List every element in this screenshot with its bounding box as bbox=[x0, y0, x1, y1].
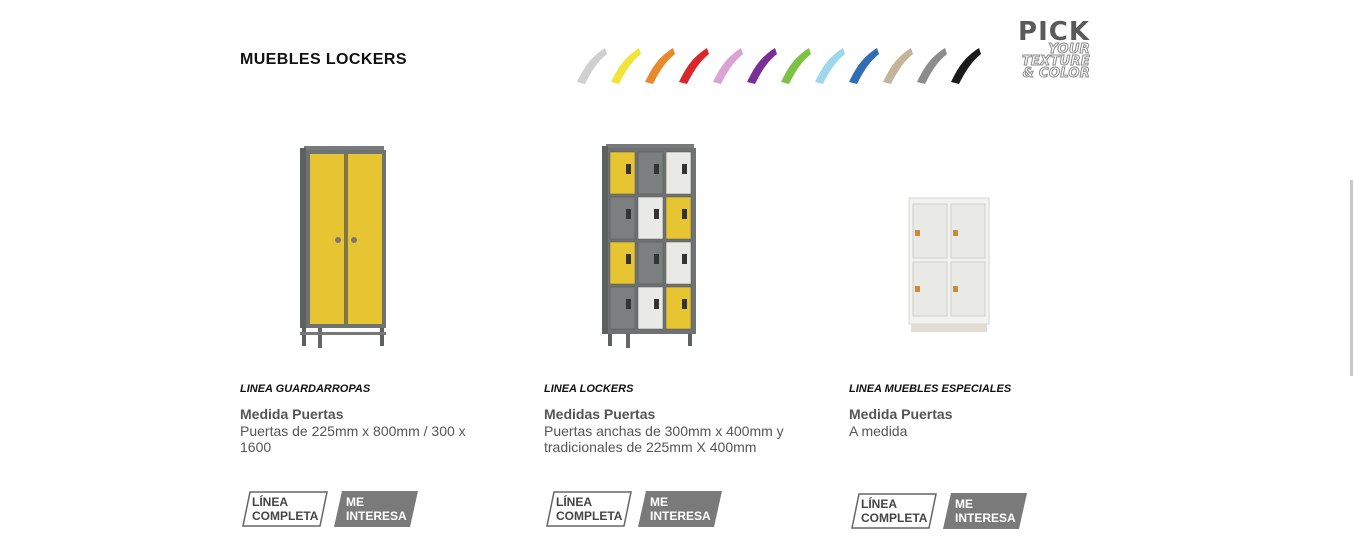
pick-texture-color-logo: PICK YOUR TEXTURE & COLOR bbox=[1000, 17, 1090, 81]
pick-logo-line4: & COLOR bbox=[1022, 66, 1090, 81]
product-card-guardarropas: LINEA GUARDARROPAS Medida Puertas Puerta… bbox=[240, 130, 530, 527]
linea-completa-label: LÍNEA COMPLETA bbox=[252, 495, 319, 523]
color-swatch bbox=[679, 48, 709, 84]
page-title: MUEBLES LOCKERS bbox=[240, 51, 407, 68]
color-swatch bbox=[849, 48, 879, 84]
spec-title: Medida Puertas bbox=[849, 406, 953, 422]
me-interesa-label: ME INTERESA bbox=[955, 497, 1016, 525]
pick-logo-line1: PICK bbox=[1018, 17, 1090, 47]
color-swatch bbox=[781, 48, 811, 84]
color-swatch bbox=[713, 48, 743, 84]
linea-completa-label: LÍNEA COMPLETA bbox=[556, 495, 623, 523]
product-line-name: LINEA MUEBLES ESPECIALES bbox=[849, 383, 1012, 395]
spec-text: Puertas de 225mm x 800mm / 300 x 1600 bbox=[240, 423, 466, 455]
scrollbar[interactable] bbox=[1350, 180, 1353, 376]
product-line-name: LINEA LOCKERS bbox=[544, 383, 634, 395]
spec-title: Medida Puertas bbox=[240, 406, 344, 422]
linea-completa-button[interactable]: LÍNEA COMPLETA bbox=[242, 491, 328, 527]
color-swatch bbox=[815, 48, 845, 84]
color-swatch bbox=[645, 48, 675, 84]
color-swatch bbox=[747, 48, 777, 84]
locker-guardarropas-icon bbox=[240, 130, 530, 355]
product-card-lockers: LINEA LOCKERS Medidas Puertas Puertas an… bbox=[544, 130, 834, 527]
color-swatch bbox=[883, 48, 913, 84]
product-line-name: LINEA GUARDARROPAS bbox=[240, 383, 371, 395]
color-swatch bbox=[917, 48, 947, 84]
me-interesa-button[interactable]: ME INTERESA bbox=[334, 491, 418, 527]
me-interesa-button[interactable]: ME INTERESA bbox=[638, 491, 722, 527]
locker-especial-icon bbox=[849, 130, 1139, 355]
me-interesa-button[interactable]: ME INTERESA bbox=[943, 493, 1027, 529]
spec-title: Medidas Puertas bbox=[544, 406, 656, 422]
color-swatch bbox=[951, 48, 981, 84]
linea-completa-button[interactable]: LÍNEA COMPLETA bbox=[851, 493, 937, 529]
spec-text: A medida bbox=[849, 423, 908, 439]
me-interesa-label: ME INTERESA bbox=[650, 495, 711, 523]
color-swatch bbox=[611, 48, 641, 84]
color-swatches bbox=[575, 46, 987, 86]
linea-completa-button[interactable]: LÍNEA COMPLETA bbox=[546, 491, 632, 527]
spec-text: Puertas anchas de 300mm x 400mm y tradic… bbox=[544, 423, 784, 455]
me-interesa-label: ME INTERESA bbox=[346, 495, 407, 523]
linea-completa-label: LÍNEA COMPLETA bbox=[861, 497, 928, 525]
product-card-especiales: LINEA MUEBLES ESPECIALES Medida Puertas … bbox=[849, 130, 1139, 529]
color-swatch bbox=[577, 48, 607, 84]
locker-multidoor-icon bbox=[544, 130, 834, 355]
